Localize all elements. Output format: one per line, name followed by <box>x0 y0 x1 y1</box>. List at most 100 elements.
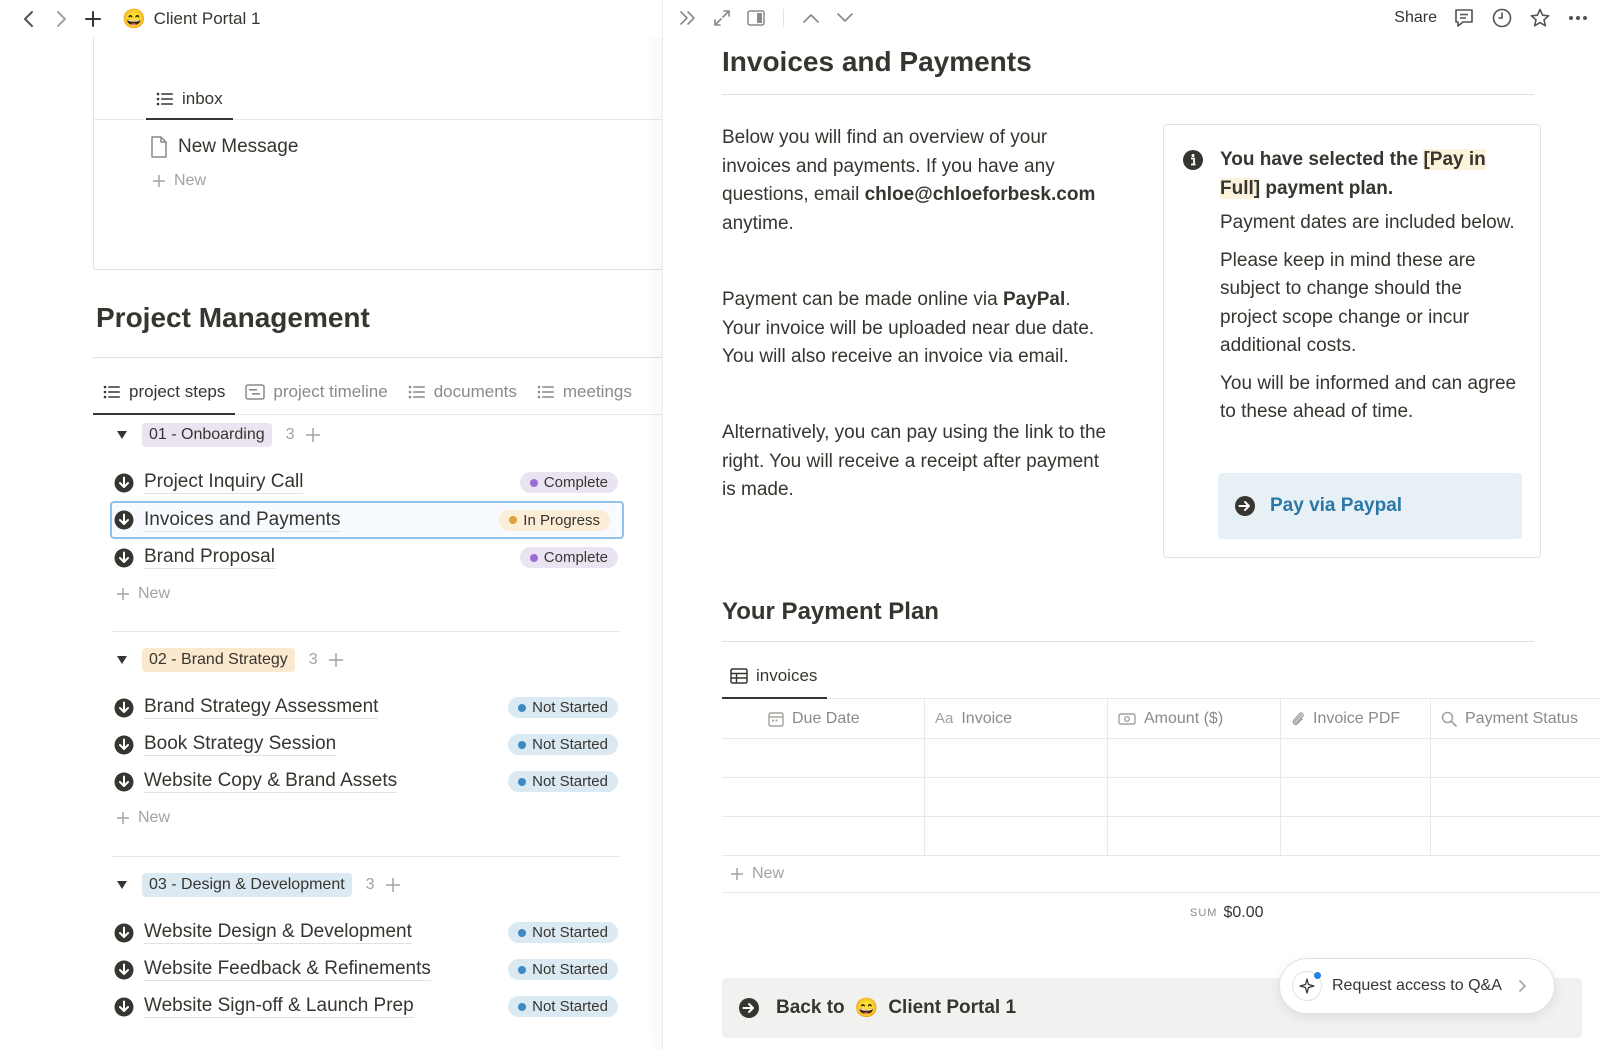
task-name: Book Strategy Session <box>144 733 337 756</box>
task-row[interactable]: Book Strategy Session Not Started <box>112 726 632 763</box>
tab-label: project steps <box>129 382 226 401</box>
group-tag[interactable]: 02 - Brand Strategy <box>142 648 295 672</box>
favorite-button[interactable] <box>1529 7 1551 29</box>
table-sum-row[interactable]: SUM $0.00 <box>722 893 1600 933</box>
breadcrumb-page[interactable]: 😄 Client Portal 1 <box>116 7 266 31</box>
task-row[interactable]: Website Feedback & Refinements Not Start… <box>112 951 632 988</box>
task-row[interactable]: Website Copy & Brand Assets Not Started <box>112 763 632 800</box>
search-icon <box>1441 711 1457 727</box>
table-cell[interactable] <box>1431 817 1600 855</box>
sidebar-layout-icon <box>747 10 765 26</box>
list-item[interactable]: New Message <box>150 136 662 158</box>
group-tag[interactable]: 03 - Design & Development <box>142 873 352 897</box>
table-cell[interactable] <box>1108 817 1281 855</box>
task-row[interactable]: Website Design & Development Not Started <box>112 914 632 951</box>
table-cell[interactable] <box>1281 817 1431 855</box>
more-options-button[interactable] <box>1567 7 1589 29</box>
tab-meetings[interactable]: meetings <box>527 382 642 414</box>
table-cell[interactable] <box>1431 739 1600 777</box>
table-cell[interactable] <box>1281 778 1431 816</box>
status-dot <box>509 516 518 524</box>
previous-item-button[interactable] <box>798 5 824 31</box>
task-row[interactable]: Website Sign-off & Launch Prep Not Start… <box>112 988 632 1025</box>
side-peek-panel: Share Invoices and Payments Below you wi… <box>662 0 1600 1050</box>
task-row[interactable]: Project Inquiry Call Complete <box>112 464 632 501</box>
comments-button[interactable] <box>1453 7 1475 29</box>
inbox-new-button[interactable]: New <box>152 172 662 190</box>
group-new-button[interactable]: New <box>112 576 632 612</box>
table-cell[interactable] <box>1431 778 1600 816</box>
status-badge: Not Started <box>508 922 618 943</box>
close-peek-button[interactable] <box>675 5 701 31</box>
table-cell[interactable] <box>722 739 925 777</box>
paragraph-alternative: Alternatively, you can pay using the lin… <box>722 421 1107 501</box>
task-row-selected[interactable]: Invoices and Payments In Progress <box>110 501 624 539</box>
table-cell[interactable] <box>925 778 1108 816</box>
new-page-button[interactable] <box>80 6 106 32</box>
column-header-invoice-pdf[interactable]: Invoice PDF <box>1281 699 1431 738</box>
column-label: Amount ($) <box>1144 709 1224 727</box>
column-header-amount[interactable]: Amount ($) <box>1108 699 1281 738</box>
table-row[interactable] <box>722 739 1600 778</box>
table-row[interactable] <box>722 778 1600 817</box>
task-row[interactable]: Brand Strategy Assessment Not Started <box>112 689 632 726</box>
status-dot <box>529 478 538 487</box>
chevron-left-icon <box>24 11 33 27</box>
text-icon: Aa <box>935 710 954 727</box>
collapse-toggle[interactable] <box>112 650 132 670</box>
arrow-down-circle-icon <box>114 772 134 791</box>
group-add-button[interactable] <box>305 427 321 443</box>
caret-down-icon <box>117 656 127 664</box>
group-header: 03 - Design & Development 3 <box>112 870 632 900</box>
status-badge: Not Started <box>508 959 618 980</box>
chevron-down-icon <box>837 13 853 22</box>
status-badge: Not Started <box>508 771 618 792</box>
share-button[interactable]: Share <box>1394 9 1437 27</box>
new-label: New <box>138 585 171 602</box>
column-header-due-date[interactable]: Due Date <box>722 699 925 738</box>
column-header-invoice[interactable]: Aa Invoice <box>925 699 1108 738</box>
status-badge: Complete <box>519 472 618 493</box>
tab-inbox[interactable]: inbox <box>146 89 233 120</box>
table-cell[interactable] <box>1108 778 1281 816</box>
group-add-button[interactable] <box>385 877 401 893</box>
collapse-toggle[interactable] <box>112 875 132 895</box>
table-cell[interactable] <box>722 817 925 855</box>
paragraph-paypal: Payment can be made online via PayPal. Y… <box>722 286 1112 372</box>
open-full-page-button[interactable] <box>709 5 735 31</box>
table-cell[interactable] <box>925 739 1108 777</box>
table-cell[interactable] <box>722 778 925 816</box>
status-dot <box>518 928 527 937</box>
email-link[interactable]: chloe@chloeforbesk.com <box>865 184 1096 205</box>
table-row[interactable] <box>722 817 1600 856</box>
back-button[interactable] <box>16 6 42 32</box>
forward-button[interactable] <box>48 6 74 32</box>
pay-via-paypal-button[interactable]: Pay via Paypal <box>1218 473 1522 539</box>
group-new-button[interactable]: New <box>112 800 632 836</box>
group-header: 01 - Onboarding 3 <box>112 420 632 450</box>
tab-documents[interactable]: documents <box>398 382 527 414</box>
request-qa-access-button[interactable]: Request access to Q&A <box>1279 958 1555 1014</box>
back-label: Back to <box>776 997 845 1018</box>
tab-project-steps[interactable]: project steps <box>93 382 236 415</box>
table-new-row-button[interactable]: New <box>722 856 1600 893</box>
group-add-button[interactable] <box>328 652 344 668</box>
table-cell[interactable] <box>925 817 1108 855</box>
column-header-payment-status[interactable]: Payment Status <box>1431 699 1600 738</box>
table-cell[interactable] <box>1281 739 1431 777</box>
new-label: New <box>138 809 171 826</box>
group-header: 02 - Brand Strategy 3 <box>112 645 632 675</box>
collapse-toggle[interactable] <box>112 425 132 445</box>
peek-mode-button[interactable] <box>743 5 769 31</box>
task-name: Invoices and Payments <box>144 508 341 532</box>
table-cell[interactable] <box>1108 739 1281 777</box>
task-row[interactable]: Brand Proposal Complete <box>112 539 632 576</box>
tab-invoices[interactable]: invoices <box>722 666 828 699</box>
updates-button[interactable] <box>1491 7 1513 29</box>
expand-icon <box>714 10 730 26</box>
section-heading-payment-plan: Your Payment Plan <box>722 598 939 625</box>
next-item-button[interactable] <box>832 5 858 31</box>
tab-project-timeline[interactable]: project timeline <box>235 382 397 414</box>
group-tag[interactable]: 01 - Onboarding <box>142 423 272 447</box>
status-dot <box>529 553 538 562</box>
